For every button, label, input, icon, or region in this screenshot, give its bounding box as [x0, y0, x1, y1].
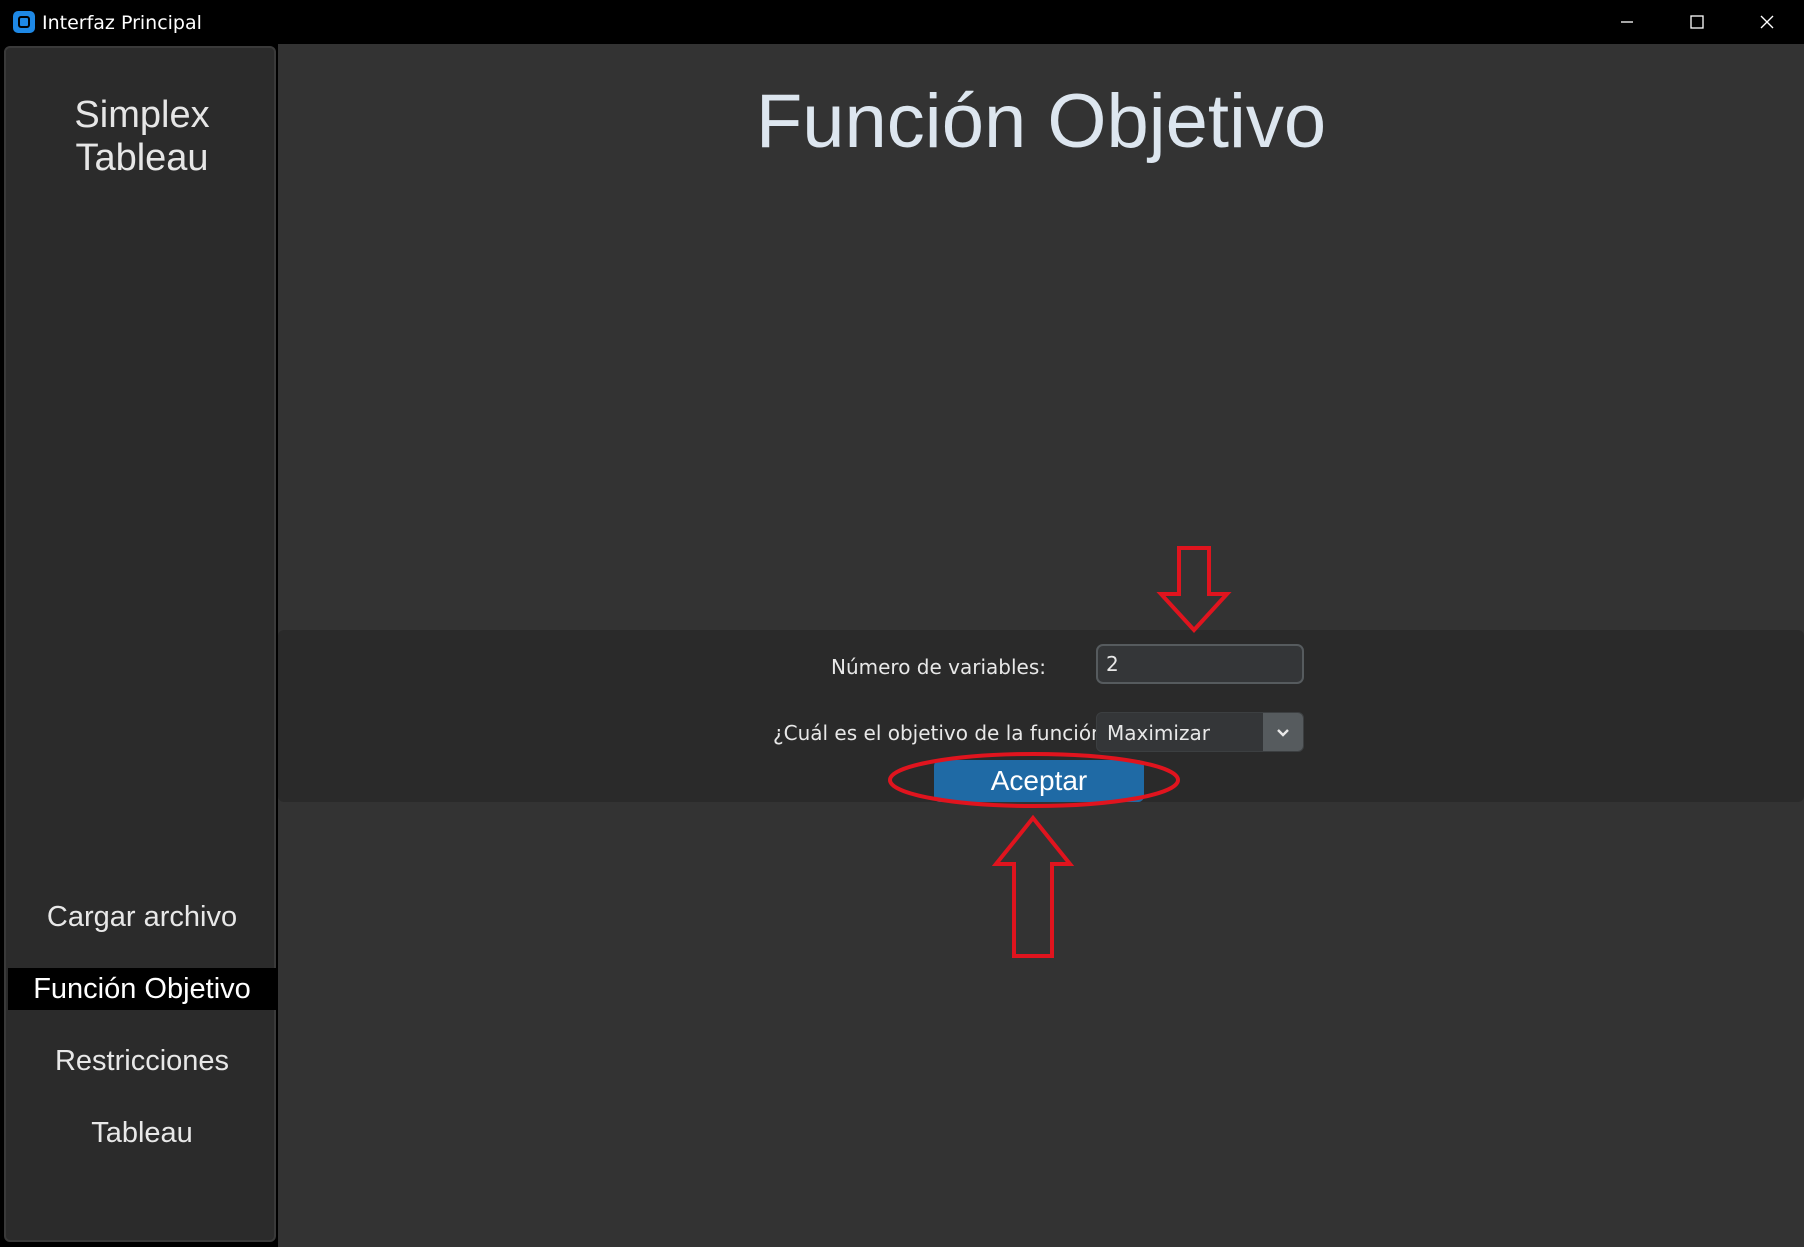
- page-title: Función Objetivo: [755, 79, 1327, 164]
- close-icon: [1760, 15, 1774, 29]
- sidebar: Simplex Tableau Cargar archivo Función O…: [4, 46, 276, 1242]
- minimize-icon: [1621, 21, 1633, 23]
- accept-button[interactable]: Aceptar: [934, 760, 1144, 802]
- sidebar-item-tableau[interactable]: Tableau: [8, 1112, 276, 1154]
- close-button[interactable]: [1732, 0, 1802, 44]
- chevron-down-icon: [1277, 729, 1289, 737]
- sidebar-item-cargar-archivo[interactable]: Cargar archivo: [8, 896, 276, 938]
- up-arrow-annotation-icon: [991, 814, 1075, 958]
- objective-select[interactable]: Maximizar: [1096, 712, 1304, 752]
- dropdown-button[interactable]: [1263, 713, 1303, 751]
- window-title: Interfaz Principal: [42, 12, 202, 34]
- objective-select-value: Maximizar: [1107, 721, 1210, 745]
- variables-input[interactable]: [1096, 644, 1304, 684]
- variables-label: Número de variables:: [831, 655, 1046, 679]
- sidebar-item-funcion-objetivo[interactable]: Función Objetivo: [8, 968, 276, 1010]
- main-content: Función Objetivo Número de variables: ¿C…: [278, 44, 1804, 1247]
- app-icon: [13, 11, 35, 33]
- sidebar-title: Simplex Tableau: [74, 94, 210, 179]
- maximize-icon: [1690, 15, 1704, 29]
- objective-label: ¿Cuál es el objetivo de la función?: [773, 721, 1115, 745]
- app-window: Interfaz Principal Simplex Tableau Carga…: [0, 0, 1804, 1247]
- sidebar-item-restricciones[interactable]: Restricciones: [8, 1040, 276, 1082]
- title-bar: Interfaz Principal: [0, 0, 1804, 44]
- minimize-button[interactable]: [1592, 0, 1662, 44]
- maximize-button[interactable]: [1662, 0, 1732, 44]
